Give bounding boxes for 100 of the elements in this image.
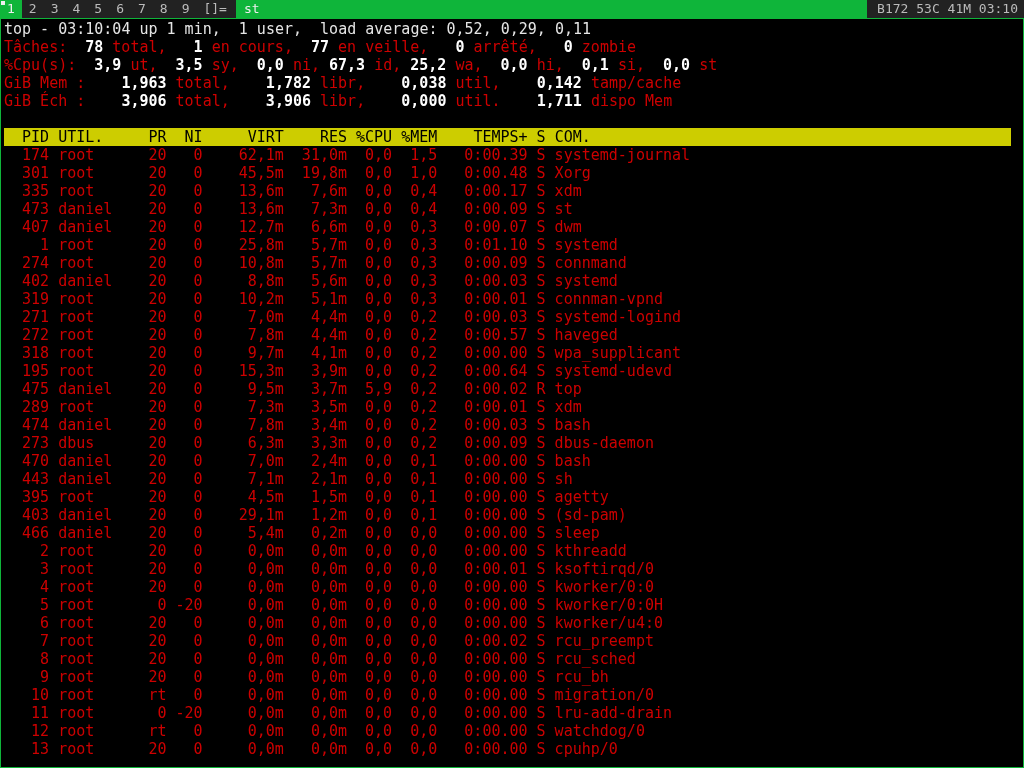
table-cell-text: 0,0m: [246, 614, 284, 632]
table-cell-text: 0:00.09: [463, 254, 528, 272]
table-cell: S: [536, 236, 546, 254]
summary-value: 77: [310, 38, 330, 56]
table-cell-text: daniel: [58, 380, 114, 398]
table-cell-text: 7,0m: [246, 308, 284, 326]
table-cell-text: 0,0: [364, 578, 393, 596]
table-cell: migration/0: [554, 686, 654, 704]
table-cell-text: 1,0: [409, 164, 438, 182]
summary-value: 0,142: [535, 74, 582, 92]
table-cell-text: 402: [21, 272, 50, 290]
table-cell-text: 20: [147, 200, 167, 218]
table-cell-text: 0,0m: [246, 650, 284, 668]
table-cell-text: 274: [21, 254, 50, 272]
summary-value: 3,906: [264, 92, 311, 110]
summary-label: arrêté,: [473, 38, 537, 56]
summary-label: util.: [455, 92, 501, 110]
table-cell-text: 0: [192, 452, 203, 470]
table-cell-text: 20: [147, 326, 167, 344]
table-cell-text: 0:00.00: [463, 578, 528, 596]
table-cell-text: 0: [192, 344, 203, 362]
table-cell-text: daniel: [58, 200, 114, 218]
table-cell-text: 0,2: [409, 362, 438, 380]
table-cell-text: 0:00.03: [463, 272, 528, 290]
table-cell: S: [536, 596, 546, 614]
table-cell-text: 0: [192, 218, 203, 236]
table-cell-text: 0,0m: [246, 560, 284, 578]
table-cell: S: [536, 578, 546, 596]
table-cell-text: 6,3m: [246, 434, 284, 452]
summary-value: 67,3: [328, 56, 366, 74]
summary-label: tamp/cache: [590, 74, 682, 92]
table-cell: sleep: [554, 524, 600, 542]
table-cell-text: 0,1: [409, 452, 438, 470]
table-cell-text: 0,3: [409, 254, 438, 272]
table-cell-text: 195: [21, 362, 50, 380]
table-cell-text: 4: [39, 578, 50, 596]
table-cell-text: 20: [147, 146, 167, 164]
table-cell: S: [536, 362, 546, 380]
summary-value: 0,000: [400, 92, 447, 110]
table-cell-text: 0,0: [409, 686, 438, 704]
table-cell-text: 0,0m: [309, 668, 347, 686]
table-cell-text: 0: [192, 290, 203, 308]
table-cell: S: [536, 398, 546, 416]
table-cell: xdm: [554, 182, 582, 200]
table-cell-text: 20: [147, 488, 167, 506]
table-cell-text: 1,5: [409, 146, 438, 164]
table-cell-text: 5,7m: [309, 236, 347, 254]
table-cell-text: 0: [192, 632, 203, 650]
table-cell-text: 466: [21, 524, 50, 542]
table-cell-text: 0,0: [364, 596, 393, 614]
table-cell: S: [536, 200, 546, 218]
table-cell-text: 0,0: [364, 722, 393, 740]
table-cell-text: 403: [21, 506, 50, 524]
table-cell-text: daniel: [58, 218, 114, 236]
table-cell-text: 0,0: [409, 740, 438, 758]
layout-symbol[interactable]: []=: [196, 0, 236, 18]
table-cell: st: [554, 200, 573, 218]
column-header: S: [536, 128, 546, 146]
table-cell-text: 1,5m: [309, 488, 347, 506]
table-cell-text: 20: [147, 308, 167, 326]
table-cell-text: daniel: [58, 506, 114, 524]
table-cell-text: 0: [192, 560, 203, 578]
summary-value: 0,038: [400, 74, 447, 92]
table-cell-text: 3,9m: [309, 362, 347, 380]
table-cell-text: 20: [147, 560, 167, 578]
table-cell-text: 0,2: [409, 416, 438, 434]
table-cell-text: root: [58, 596, 96, 614]
summary-value: 0,1: [580, 56, 609, 74]
summary-label: en veille,: [338, 38, 429, 56]
table-cell-text: 0,1: [409, 488, 438, 506]
table-cell: S: [536, 686, 546, 704]
table-cell-text: 0,0: [409, 542, 438, 560]
table-cell-text: 45,5m: [237, 164, 284, 182]
table-cell: kworker/u4:0: [554, 614, 663, 632]
table-cell-text: 0:00.09: [463, 434, 528, 452]
table-cell-text: root: [58, 704, 96, 722]
summary-label: GiB Éch :: [4, 92, 86, 110]
table-cell-text: 20: [147, 524, 167, 542]
table-cell-text: 407: [21, 218, 50, 236]
table-cell: S: [536, 506, 546, 524]
table-cell-text: 20: [147, 380, 167, 398]
table-cell: kworker/0:0: [554, 578, 654, 596]
summary-value: 1: [192, 38, 203, 56]
table-cell: cpuhp/0: [554, 740, 618, 758]
table-cell-text: 4,1m: [309, 344, 347, 362]
table-cell-text: 0,0: [364, 200, 393, 218]
table-cell-text: 0,0: [364, 740, 393, 758]
table-cell-text: 0,0: [364, 542, 393, 560]
table-cell-text: 0: [192, 254, 203, 272]
table-cell-text: 0,0: [364, 326, 393, 344]
table-cell: rcu_sched: [554, 650, 636, 668]
summary-label: total,: [112, 38, 167, 56]
summary-value: 3,906: [120, 92, 167, 110]
table-cell-text: root: [58, 254, 96, 272]
table-cell-text: root: [58, 632, 96, 650]
table-cell-text: 0:00.00: [463, 470, 528, 488]
table-cell-text: 0:00.02: [463, 632, 528, 650]
table-cell-text: 0,1: [409, 470, 438, 488]
summary-label: en cours,: [211, 38, 293, 56]
table-cell-text: 0:00.00: [463, 452, 528, 470]
